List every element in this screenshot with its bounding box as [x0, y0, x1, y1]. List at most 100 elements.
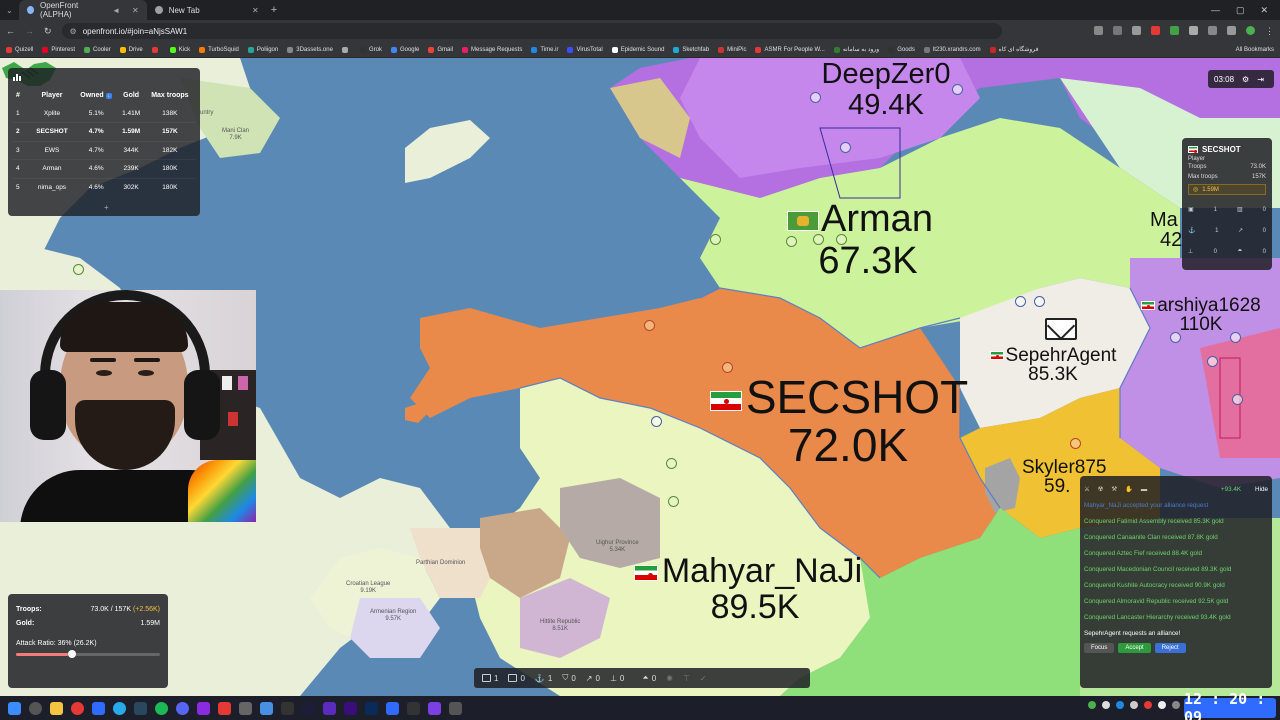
bookmark-item[interactable]: Epidemic Sound — [611, 46, 664, 53]
atom-bomb-icon[interactable]: ✺ — [666, 674, 673, 683]
tray-icon[interactable] — [1102, 701, 1110, 709]
nation-label[interactable]: Hittite Republic 8.51K — [540, 619, 580, 632]
bookmark-item[interactable]: Google — [390, 46, 419, 53]
chrome-icon[interactable] — [71, 701, 84, 715]
bookmark-item[interactable]: 3Dassets.one — [287, 46, 333, 53]
exit-icon[interactable]: ⇥ — [1257, 75, 1264, 84]
app-icon[interactable] — [407, 701, 420, 715]
minimize-icon[interactable]: — — [1211, 5, 1220, 16]
site-info-icon[interactable]: ⚙ — [70, 27, 77, 36]
app-icon[interactable] — [449, 701, 462, 715]
nation-label[interactable]: Parthian Dominion — [416, 560, 465, 567]
tab-openfront[interactable]: OpenFront (ALPHA) ◄ ✕ — [18, 0, 147, 20]
bookmark-item[interactable]: Poliigon — [247, 46, 278, 53]
build-factory-button[interactable]: 0 — [508, 674, 525, 683]
city-pin-icon[interactable] — [666, 458, 677, 469]
build-city-button[interactable]: 1 — [482, 674, 498, 683]
port-pin-icon[interactable] — [710, 234, 721, 245]
telegram-icon[interactable] — [113, 701, 126, 715]
after-effects-icon[interactable] — [323, 701, 336, 715]
tray-icon[interactable] — [1116, 701, 1124, 709]
leaderboard-row[interactable]: 5 nima_ops 4.6% 302K 180K — [12, 177, 196, 197]
attack-ratio-slider[interactable] — [16, 650, 160, 658]
attack-filter-icon[interactable]: ⚔ — [1084, 486, 1090, 493]
expand-leaderboard-button[interactable]: + — [104, 203, 109, 212]
star-icon[interactable] — [1132, 25, 1141, 35]
bookmark-item[interactable]: Kick — [169, 46, 190, 53]
bookmark-item[interactable]: ASMR For People W... — [755, 46, 825, 53]
tab-new-tab[interactable]: New Tab ✕ — [147, 0, 267, 20]
nation-label[interactable]: Croatian League 9.19K — [346, 581, 390, 594]
leaderboard-row[interactable]: 1 Xplite 5.1% 1.41M 138K — [12, 104, 196, 123]
app-icon[interactable] — [386, 701, 399, 715]
app-icon[interactable] — [197, 701, 210, 715]
nation-label[interactable]: Uighur Province 5.34K — [596, 540, 639, 553]
tray-icon[interactable] — [1158, 701, 1166, 709]
city-pin-icon[interactable] — [668, 496, 679, 507]
all-bookmarks-button[interactable]: All Bookmarks — [1236, 47, 1274, 53]
bookmark-item[interactable]: MiniPic — [718, 46, 746, 53]
bookmark-item[interactable]: Goods — [888, 46, 915, 53]
tray-icon[interactable] — [1172, 701, 1180, 709]
bookmark-item[interactable]: Time.ir — [531, 46, 558, 53]
col-player[interactable]: Player — [30, 86, 74, 104]
menu-icon[interactable]: ⋮ — [1265, 26, 1274, 37]
file-explorer-icon[interactable] — [50, 701, 63, 715]
bookmark-item[interactable] — [341, 46, 351, 53]
bookmark-item[interactable]: Grok — [359, 46, 382, 53]
tab-search-icon[interactable]: ⌄ — [0, 6, 19, 15]
extension-red-icon[interactable] — [1151, 25, 1160, 35]
bookmark-item[interactable]: lt230.xrandrs.com — [923, 46, 981, 53]
photoshop-icon[interactable] — [365, 701, 378, 715]
app-icon[interactable] — [218, 701, 231, 715]
player-label-deepzero[interactable]: DeepZer0 49.4K — [806, 60, 966, 120]
focus-button[interactable]: Focus — [1084, 643, 1115, 653]
close-tab-icon[interactable]: ✕ — [132, 6, 139, 15]
extension-icon[interactable] — [1208, 25, 1217, 35]
bookmark-item[interactable]: Gmail — [428, 46, 453, 53]
bookmark-item[interactable] — [151, 46, 161, 53]
build-port-button[interactable]: ⚓ 1 — [535, 674, 552, 683]
leaderboard-row[interactable]: 3 EWS 4.7% 344K 182K — [12, 140, 196, 160]
city-pin-icon[interactable] — [1015, 296, 1026, 307]
city-pin-icon[interactable] — [1070, 438, 1081, 449]
city-pin-icon[interactable] — [73, 264, 84, 275]
app-icon[interactable] — [281, 701, 294, 715]
discord-icon[interactable] — [176, 701, 189, 715]
bookmark-item[interactable]: Drive — [119, 46, 143, 53]
steam-icon[interactable] — [134, 701, 147, 715]
tray-icon[interactable] — [1144, 701, 1152, 709]
hide-events-button[interactable]: Hide — [1255, 486, 1268, 493]
city-pin-icon[interactable] — [840, 142, 851, 153]
app-icon[interactable] — [428, 701, 441, 715]
forward-icon[interactable]: → — [25, 26, 34, 36]
alliance-request-envelope-icon[interactable] — [1045, 318, 1077, 340]
nuke-filter-icon[interactable]: ☢ — [1098, 486, 1104, 493]
tray-icon[interactable] — [1088, 701, 1096, 709]
hydrogen-bomb-icon[interactable]: ⊤ — [683, 674, 690, 683]
extension-icon[interactable] — [1189, 25, 1198, 35]
nation-label[interactable]: Armenian Region 9.57K — [370, 609, 416, 622]
windows-start-icon[interactable] — [8, 701, 21, 715]
port-pin-icon[interactable] — [644, 320, 655, 331]
tray-icon[interactable] — [1130, 701, 1138, 709]
city-pin-icon[interactable] — [722, 362, 733, 373]
mute-icon[interactable]: ◄ — [112, 6, 120, 15]
bar-chart-icon[interactable] — [13, 74, 21, 81]
app-icon[interactable] — [260, 701, 273, 715]
build-warship-button[interactable]: ⏶ 0 — [642, 673, 656, 683]
nation-label[interactable]: untry — [200, 110, 213, 117]
profile-icon[interactable] — [1246, 25, 1255, 35]
col-owned[interactable]: Owned ↓ — [74, 86, 119, 104]
player-label-arshiya[interactable]: arshiya1628 110K — [1126, 296, 1276, 334]
port-pin-icon[interactable] — [651, 416, 662, 427]
nation-label[interactable]: Mani Clan 7.9K — [222, 128, 249, 141]
omnibox[interactable]: ⚙ openfront.io/#join=aNjsSAW1 — [61, 23, 1002, 39]
reload-icon[interactable]: ↻ — [44, 26, 52, 37]
settings-gear-icon[interactable]: ⚙ — [1242, 75, 1249, 84]
eye-off-icon[interactable] — [1113, 25, 1122, 35]
build-filter-icon[interactable]: ⚒ — [1111, 486, 1117, 493]
col-gold[interactable]: Gold — [118, 86, 143, 104]
bookmark-item[interactable]: Pinterest — [42, 46, 75, 53]
player-label-arman[interactable]: Arman 67.3K — [760, 200, 960, 280]
